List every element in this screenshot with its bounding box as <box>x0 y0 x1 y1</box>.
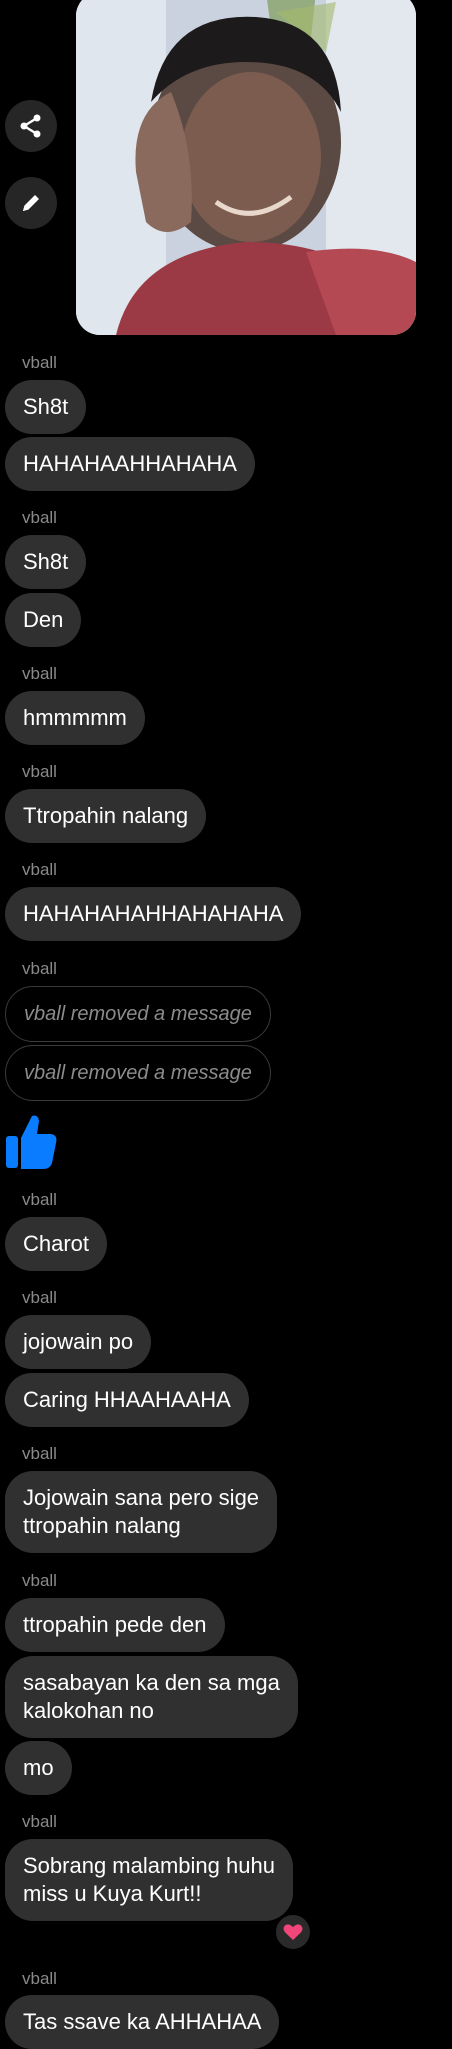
message-bubble[interactable]: Charot <box>5 1217 108 1271</box>
message-bubble[interactable]: HAHAHAHAHHAHAHAHA <box>5 887 302 941</box>
message-bubble[interactable]: Sobrang malambing huhu miss u Kuya Kurt!… <box>5 1839 293 1921</box>
sender-name: vball <box>22 1812 57 1831</box>
heart-icon <box>283 1924 303 1940</box>
sender-name: vball <box>22 860 57 879</box>
message-bubble[interactable]: HAHAHAAHHAHAHA <box>5 437 255 491</box>
sender-name: vball <box>22 664 57 683</box>
message-bubble[interactable]: jojowain po <box>5 1315 152 1369</box>
message-bubble[interactable]: Sh8t <box>5 535 87 589</box>
sender-name: vball <box>22 1969 57 1988</box>
sender-name: vball <box>22 1190 57 1209</box>
message-bubble[interactable]: Caring HHAAHAAHA <box>5 1373 249 1427</box>
edit-button[interactable] <box>5 177 57 229</box>
message-bubble[interactable]: Tas ssave ka AHHAHAA <box>5 1995 280 2049</box>
message-bubble[interactable]: Jojowain sana pero sige ttropahin nalang <box>5 1471 278 1553</box>
sender-name: vball <box>22 353 57 372</box>
sender-name: vball <box>22 1288 57 1307</box>
pencil-icon <box>23 195 39 211</box>
message-bubble[interactable]: Sh8t <box>5 380 87 434</box>
sender-name: vball <box>22 959 57 978</box>
message-reaction[interactable] <box>274 1913 312 1951</box>
message-bubble[interactable]: hmmmmm <box>5 691 145 745</box>
message-bubble[interactable]: sasabayan ka den sa mga kalokohan no <box>5 1656 298 1738</box>
share-icon <box>20 114 41 138</box>
message-bubble[interactable]: Ttropahin nalang <box>5 789 207 843</box>
like-message[interactable] <box>4 1112 58 1172</box>
shared-photo[interactable] <box>76 0 416 335</box>
removed-message[interactable]: vball removed a message <box>5 1045 271 1101</box>
share-button[interactable] <box>5 100 57 152</box>
message-bubble[interactable]: Den <box>5 593 82 647</box>
sender-name: vball <box>22 1444 57 1463</box>
message-bubble[interactable]: ttropahin pede den <box>5 1598 225 1652</box>
sender-name: vball <box>22 508 57 527</box>
thumbs-up-icon <box>6 1115 57 1169</box>
sender-name: vball <box>22 762 57 781</box>
sender-name: vball <box>22 1571 57 1590</box>
message-bubble[interactable]: mo <box>5 1741 72 1795</box>
removed-message[interactable]: vball removed a message <box>5 986 271 1042</box>
